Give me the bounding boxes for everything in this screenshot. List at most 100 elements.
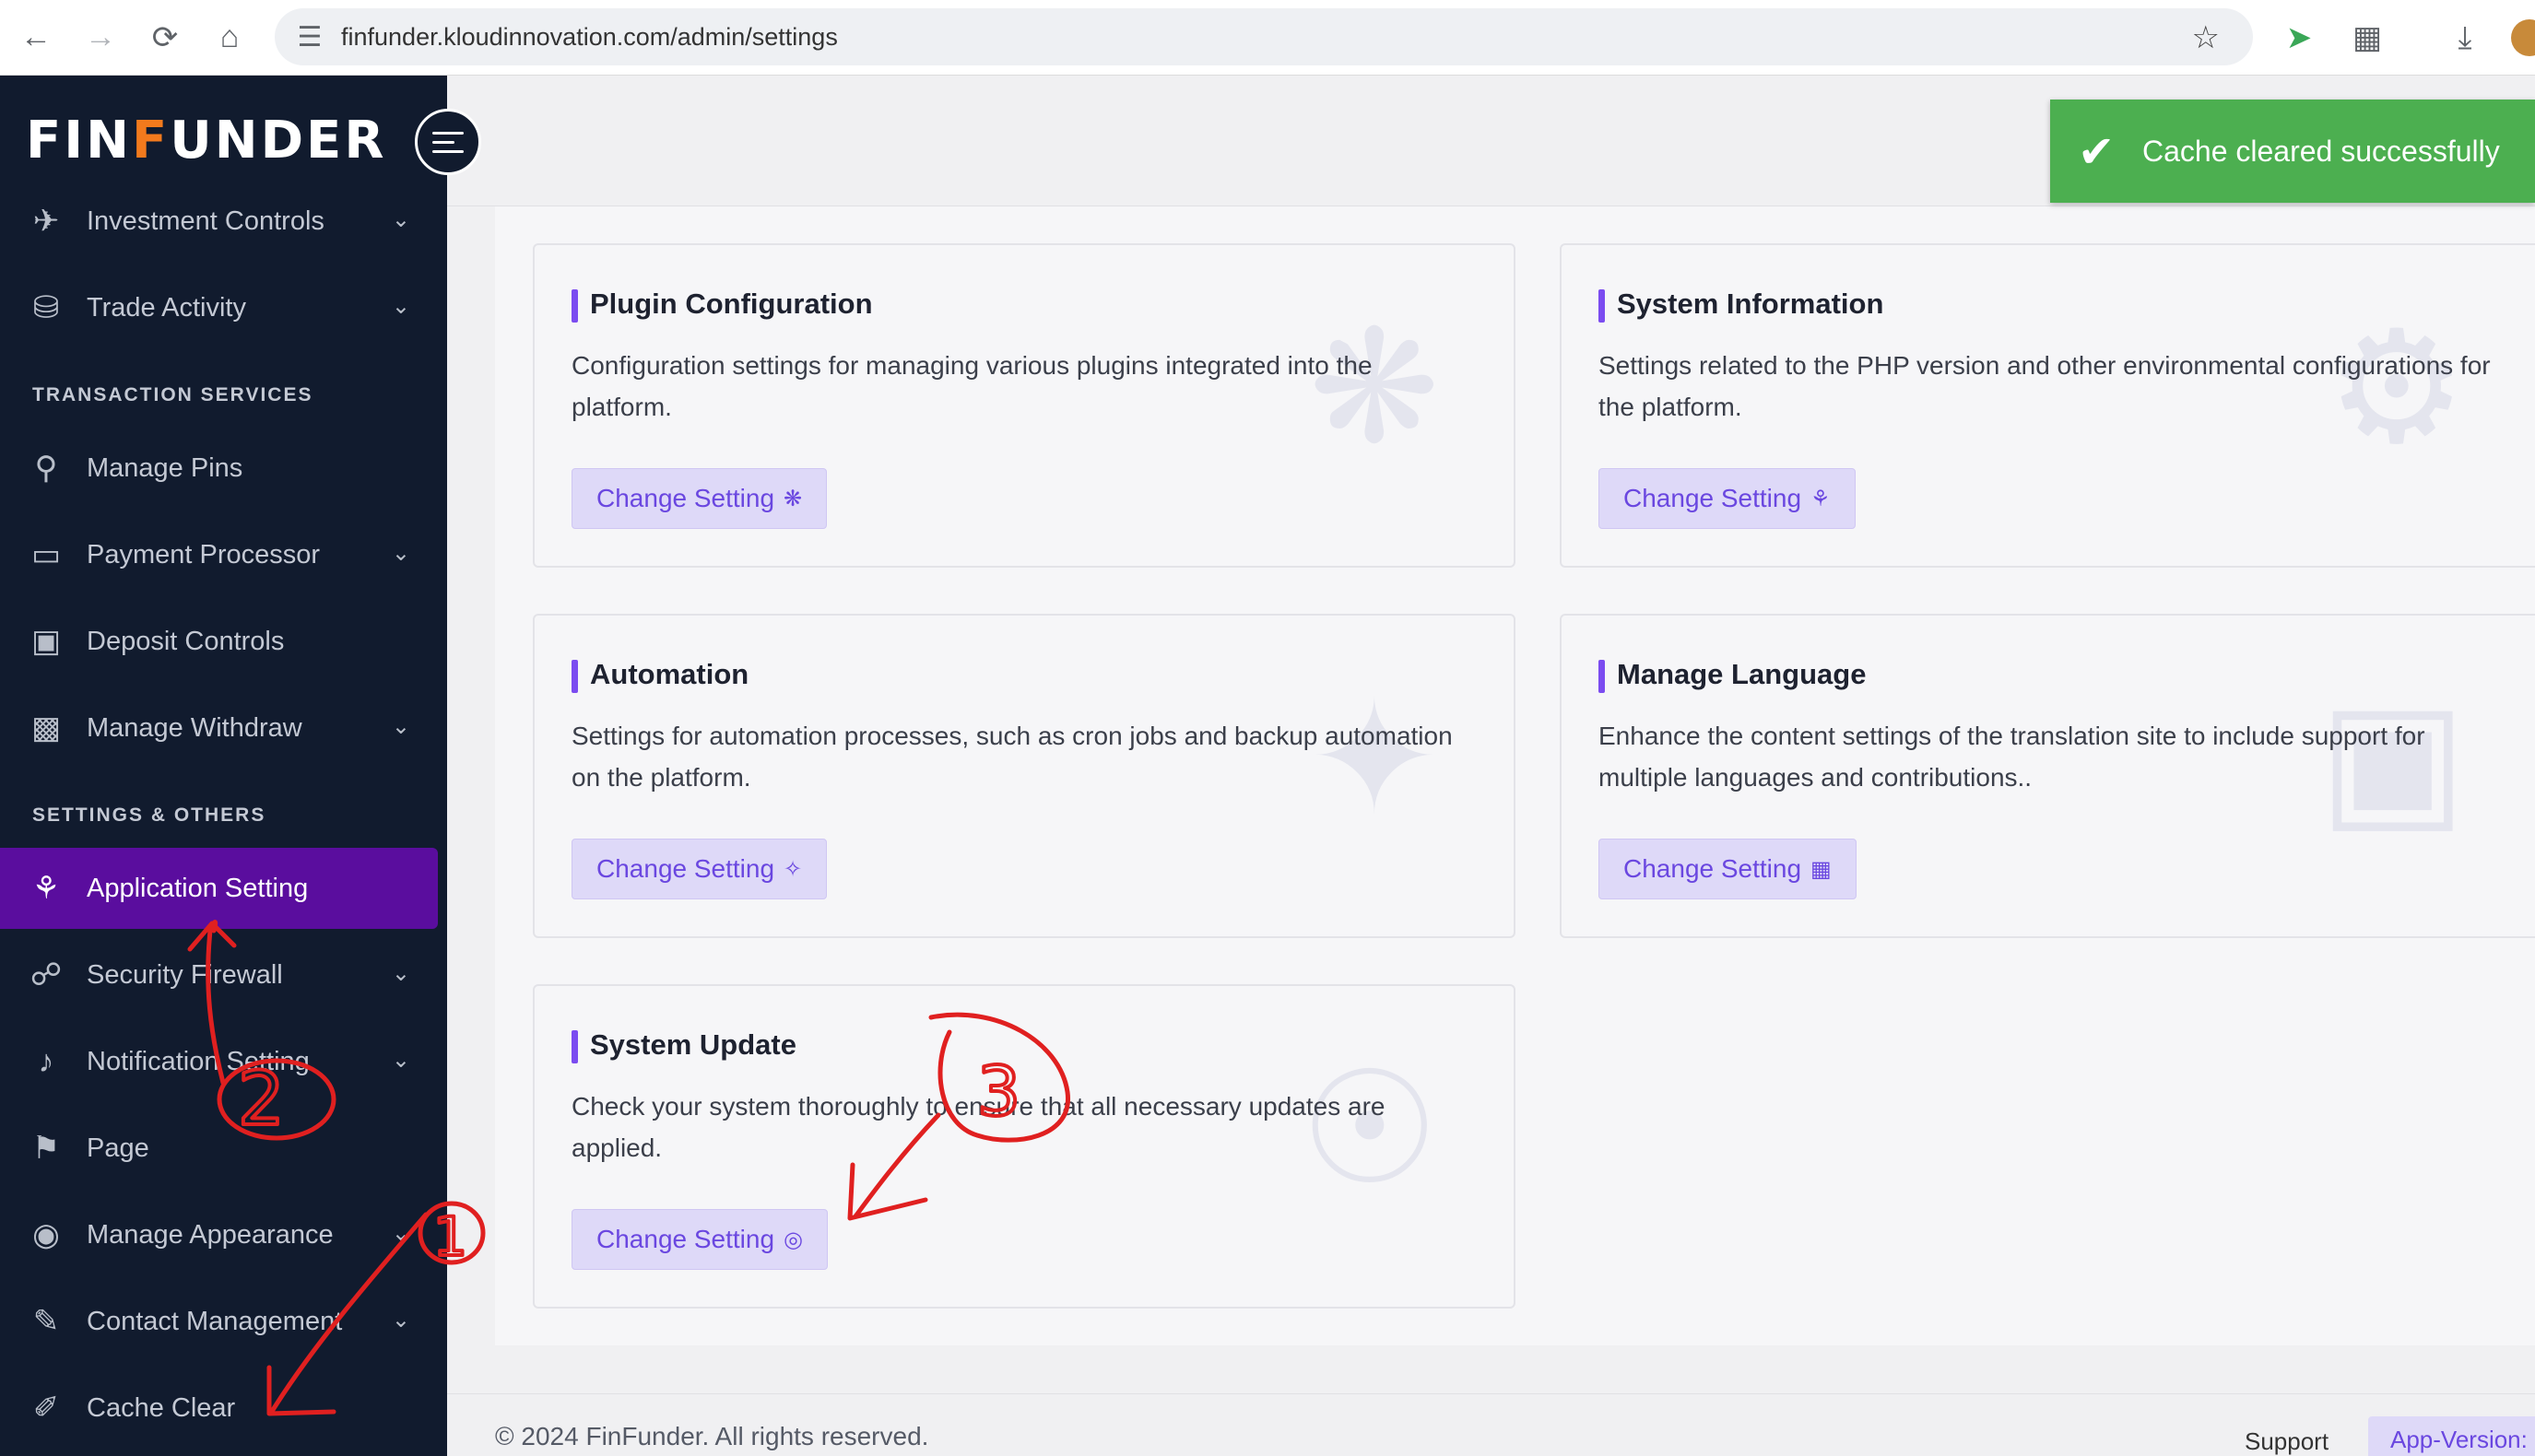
change-setting-button[interactable]: Change Setting ✧ <box>572 839 828 899</box>
chevron-down-icon: ⌄ <box>391 294 410 319</box>
card-title: System Update <box>572 1028 796 1063</box>
sidebar-item-label: Security Firewall <box>87 959 283 990</box>
wallet-icon: ▣ <box>30 624 62 659</box>
finfunder-logo[interactable]: FINFUNDER <box>26 111 386 170</box>
sidebar: FINFUNDER ✈ Investment Controls ⌄ ⛁ Trad… <box>0 76 447 1456</box>
sidebar-item-label: Manage Pins <box>87 452 243 483</box>
extension-pin-icon[interactable]: ➤ <box>2275 11 2323 65</box>
coins-icon: ⛁ <box>32 290 60 325</box>
sidebar-item-label: Manage Appearance <box>87 1219 334 1250</box>
chevron-down-icon: ⌄ <box>391 207 410 232</box>
credit-card-icon: ▭ <box>30 537 62 572</box>
chevron-down-icon: ⌄ <box>391 1221 410 1246</box>
card-title: Plugin Configuration <box>572 288 873 323</box>
sidebar-item-cache-clear[interactable]: ✐ Cache Clear <box>0 1368 438 1449</box>
magic-wand-icon: ✧ <box>784 856 803 882</box>
reload-icon[interactable]: ⟳ <box>136 9 194 66</box>
chevron-down-icon: ⌄ <box>391 1048 410 1073</box>
puzzle-icon: ❋ <box>784 486 803 511</box>
card-description: Enhance the content settings of the tran… <box>1598 722 2425 792</box>
chevron-down-icon: ⌄ <box>391 961 410 986</box>
hamburger-line <box>432 131 464 135</box>
button-label: Change Setting <box>596 854 775 883</box>
card-description: Settings for automation processes, such … <box>572 722 1453 792</box>
sidebar-item-manage-withdraw[interactable]: ▩ Manage Withdraw ⌄ <box>0 687 438 769</box>
cash-icon: ▩ <box>30 710 62 746</box>
hamburger-line <box>432 149 464 153</box>
extensions-icon[interactable]: ▦ <box>2341 11 2393 65</box>
bookmark-star-icon[interactable]: ☆ <box>2192 19 2220 56</box>
back-arrow-icon[interactable]: ← <box>7 9 65 66</box>
sidebar-item-trade-activity[interactable]: ⛁ Trade Activity ⌄ <box>0 267 438 348</box>
sidebar-item-notification-setting[interactable]: ♪ Notification Setting ⌄ <box>0 1021 438 1102</box>
card-system-information: ⚙ System Information Settings related to… <box>1560 243 2535 568</box>
button-label: Change Setting <box>1623 854 1802 883</box>
section-transaction-services: TRANSACTION SERVICES <box>32 384 313 405</box>
sidebar-item-application-setting[interactable]: ⚘ Application Setting <box>0 848 438 929</box>
card-title: System Information <box>1598 288 1883 323</box>
sidebar-item-manage-appearance[interactable]: ◉ Manage Appearance ⌄ <box>0 1194 438 1275</box>
url-text[interactable]: finfunder.kloudinnovation.com/admin/sett… <box>341 23 838 52</box>
sidebar-item-label: Deposit Controls <box>87 626 285 656</box>
change-setting-button[interactable]: Change Setting ⚘ <box>1598 468 1856 529</box>
card-description: Configuration settings for managing vari… <box>572 351 1373 421</box>
card-description: Settings related to the PHP version and … <box>1598 351 2491 421</box>
logo-text-under: UNDER <box>170 111 387 170</box>
sidebar-item-label: Contact Management <box>87 1306 343 1336</box>
button-label: Change Setting <box>1623 484 1802 512</box>
sidebar-item-label: Payment Processor <box>87 539 321 569</box>
sidebar-item-label: Investment Controls <box>87 205 324 236</box>
sidebar-item-label: Manage Withdraw <box>87 712 302 743</box>
chevron-down-icon: ⌄ <box>391 1308 410 1333</box>
sidebar-item-payment-processor[interactable]: ▭ Payment Processor ⌄ <box>0 514 438 595</box>
download-icon[interactable]: ⤓ <box>2439 11 2491 65</box>
toast-message: Cache cleared successfully <box>2142 134 2500 168</box>
globe-icon: ◉ <box>32 1217 60 1252</box>
sidebar-item-contact-management[interactable]: ✎ Contact Management ⌄ <box>0 1281 438 1362</box>
sidebar-item-deposit-controls[interactable]: ▣ Deposit Controls <box>0 601 438 682</box>
support-link[interactable]: Support <box>2245 1427 2329 1456</box>
sidebar-item-security-firewall[interactable]: ☍ Security Firewall ⌄ <box>0 934 438 1016</box>
change-setting-button[interactable]: Change Setting ◎ <box>572 1209 828 1270</box>
profile-avatar-icon[interactable] <box>2511 11 2535 65</box>
sidebar-item-label: Cache Clear <box>87 1392 236 1423</box>
change-setting-button[interactable]: Change Setting ❋ <box>572 468 828 529</box>
key-icon: ⚲ <box>34 451 58 486</box>
sidebar-item-label: Application Setting <box>87 873 309 903</box>
plane-icon: ✈ <box>32 204 60 239</box>
broom-icon: ✐ <box>32 1391 60 1426</box>
sidebar-item-label: Page <box>87 1133 149 1163</box>
app-version-badge: App-Version: 1 <box>2368 1416 2535 1456</box>
site-settings-icon[interactable]: ☰ <box>291 21 328 53</box>
settings-cluster-icon: ⚘ <box>31 871 61 906</box>
card-title: Automation <box>572 658 749 693</box>
chevron-down-icon: ⌄ <box>391 714 410 739</box>
logo-text-fin: FIN <box>26 111 132 170</box>
checkmark-icon: ✔ <box>2078 128 2116 177</box>
bell-icon: ♪ <box>38 1043 54 1079</box>
card-automation: ✦ Automation Settings for automation pro… <box>533 614 1515 938</box>
forward-arrow-icon[interactable]: → <box>72 9 129 66</box>
button-label: Change Setting <box>596 484 775 512</box>
address-bar[interactable]: ☰ finfunder.kloudinnovation.com/admin/se… <box>275 8 2253 65</box>
translate-icon: ▦ <box>1810 856 1832 882</box>
menu-toggle-button[interactable] <box>415 109 481 175</box>
update-icon: ◎ <box>784 1227 803 1252</box>
sidebar-item-label: Notification Setting <box>87 1046 310 1076</box>
sidebar-item-investment-controls[interactable]: ✈ Investment Controls ⌄ <box>0 181 438 262</box>
sidebar-item-manage-pins[interactable]: ⚲ Manage Pins <box>0 428 438 509</box>
button-label: Change Setting <box>596 1225 775 1253</box>
copyright-text: © 2024 FinFunder. All rights reserved. <box>495 1422 929 1450</box>
home-icon[interactable]: ⌂ <box>201 9 258 66</box>
card-system-update: ☉ System Update Check your system thorou… <box>533 984 1515 1309</box>
browser-toolbar: ← → ⟳ ⌂ ☰ finfunder.kloudinnovation.com/… <box>0 0 2535 76</box>
map-icon: ⚑ <box>31 1131 61 1166</box>
change-setting-button[interactable]: Change Setting ▦ <box>1598 839 1857 899</box>
card-manage-language: ▣ Manage Language Enhance the content se… <box>1560 614 2535 938</box>
success-toast[interactable]: ✔ Cache cleared successfully <box>2050 100 2535 203</box>
hamburger-line <box>432 140 454 144</box>
card-plugin-configuration: ❋ Plugin Configuration Configuration set… <box>533 243 1515 568</box>
sidebar-item-page[interactable]: ⚑ Page <box>0 1108 438 1189</box>
section-settings-others: SETTINGS & OTHERS <box>32 804 266 826</box>
logo-text-f: F <box>131 111 171 170</box>
